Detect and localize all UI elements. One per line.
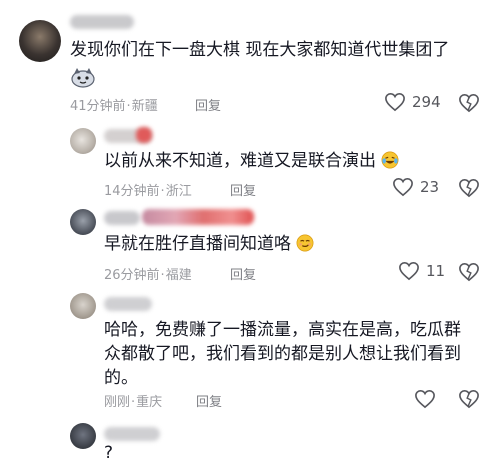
comment-text: ? [104, 443, 114, 463]
comment-location: 福建 [165, 268, 192, 283]
comment-item: 哈哈，免费赚了一播流量，高实在是高，吃瓜群 众都散了吧，我们看到的都是别人想让我… [0, 285, 499, 413]
like-count: 11 [426, 262, 446, 280]
dislike-icon[interactable] [458, 262, 480, 282]
avatar[interactable] [70, 128, 96, 154]
username[interactable] [104, 427, 160, 441]
comment-time: 41分钟前 [70, 99, 126, 114]
username[interactable] [104, 211, 140, 225]
avatar[interactable] [19, 20, 61, 62]
comment-item: 以前从来不知道，难道又是联合演出 14分钟前·浙江 回复 23 [0, 115, 499, 199]
comment-time: 26分钟前 [104, 268, 160, 283]
username[interactable] [70, 15, 134, 29]
comment-text: 早就在胜仔直播间知道咯 [104, 232, 484, 256]
comment-meta: 41分钟前·新疆 [70, 99, 158, 114]
reply-button[interactable]: 回复 [195, 95, 221, 114]
dislike-icon[interactable] [458, 389, 480, 409]
heart-icon [385, 92, 405, 112]
like-count: 294 [412, 93, 441, 111]
username-badges [142, 209, 254, 225]
avatar[interactable] [70, 293, 96, 319]
laughing-tears-emoji-icon [381, 151, 399, 169]
reply-button[interactable]: 回复 [196, 391, 222, 410]
comment-item: 发现你们在下一盘大棋 现在大家都知道代世集团了 41分钟前·新疆 回复 294 [0, 0, 499, 115]
comment-text: 以前从来不知道，难道又是联合演出 [104, 149, 484, 173]
comment-location: 新疆 [131, 99, 158, 114]
like-count: 23 [420, 178, 440, 196]
heart-icon [399, 261, 419, 281]
like-button[interactable]: 294 [384, 92, 441, 112]
avatar[interactable] [70, 423, 96, 449]
username[interactable] [104, 297, 152, 311]
username-badge [136, 127, 152, 143]
comment-location: 重庆 [136, 395, 163, 410]
reply-button[interactable]: 回复 [230, 264, 256, 283]
comment-text: 哈哈，免费赚了一播流量，高实在是高，吃瓜群 众都散了吧，我们看到的都是别人想让我… [104, 320, 461, 388]
comment-meta: 刚刚·重庆 [104, 395, 163, 410]
heart-icon [393, 177, 413, 197]
comment-item: ? [0, 413, 499, 468]
comment-text: 发现你们在下一盘大棋 现在大家都知道代世集团了 [70, 40, 450, 60]
smirk-emoji-icon [296, 234, 314, 252]
like-button[interactable]: 23 [392, 177, 439, 197]
like-button[interactable]: 11 [398, 261, 445, 281]
dislike-icon[interactable] [458, 93, 480, 113]
comment-item: 早就在胜仔直播间知道咯 26分钟前·福建 回复 11 [0, 197, 499, 285]
sticker-icon [71, 68, 95, 88]
dislike-icon[interactable] [458, 178, 480, 198]
comment-meta: 26分钟前·福建 [104, 268, 192, 283]
comment-time: 刚刚 [104, 395, 131, 410]
avatar[interactable] [70, 209, 96, 235]
heart-icon[interactable] [414, 389, 436, 409]
